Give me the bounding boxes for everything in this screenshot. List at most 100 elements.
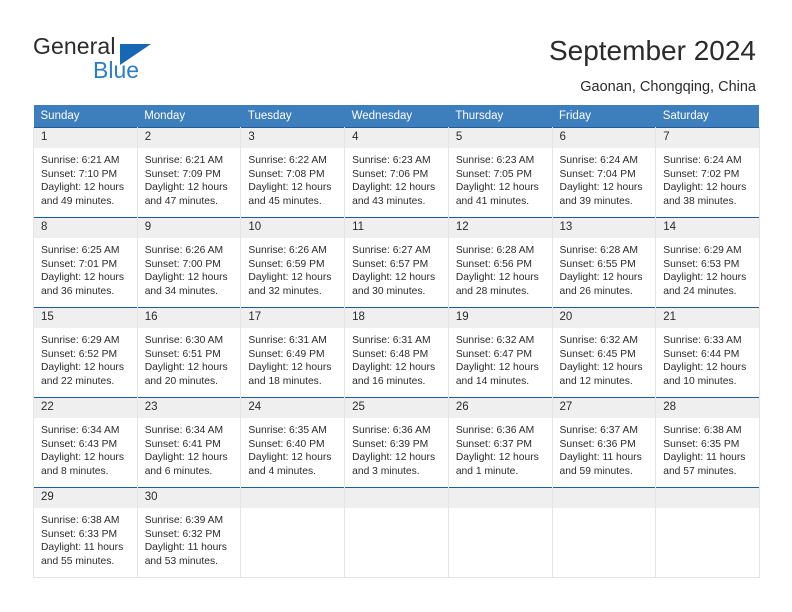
sunrise-text: Sunrise: 6:38 AM [41, 515, 120, 526]
day-cell[interactable]: 30 Sunrise: 6:39 AM Sunset: 6:32 PM Dayligh… [136, 487, 242, 578]
location-subtitle: Gaonan, Chongqing, China [580, 79, 756, 95]
day-details: Sunrise: 6:21 AM Sunset: 7:10 PM Daylight:… [34, 148, 137, 208]
day-cell[interactable]: 28 Sunrise: 6:38 AM Sunset: 6:35 PM Dayligh… [655, 397, 760, 488]
daylight-text-line1: Daylight: 11 hours [144, 542, 227, 554]
daylight-text-line2: and 47 minutes. [144, 195, 218, 207]
day-cell[interactable]: 15 Sunrise: 6:29 AM Sunset: 6:52 PM Dayligh… [33, 307, 138, 398]
day-number: 17 [241, 308, 345, 328]
day-cell[interactable]: 13 Sunrise: 6:28 AM Sunset: 6:55 PM Dayligh… [551, 217, 657, 308]
day-cell[interactable]: 18 Sunrise: 6:31 AM Sunset: 6:48 PM Dayligh… [344, 307, 449, 398]
day-cell[interactable]: 10 Sunrise: 6:26 AM Sunset: 6:59 PM Dayligh… [240, 217, 346, 308]
sunrise-text: Sunrise: 6:36 AM [352, 425, 431, 436]
daylight-text-line1: Daylight: 12 hours [455, 452, 539, 464]
day-number: 20 [552, 308, 656, 328]
weekday-header-thursday: Thursday [448, 105, 553, 128]
day-details: Sunrise: 6:28 AM Sunset: 6:55 PM Daylight:… [553, 238, 656, 298]
day-cell[interactable]: 25 Sunrise: 6:36 AM Sunset: 6:39 PM Dayligh… [344, 397, 449, 488]
calendar-body: 1 Sunrise: 6:21 AM Sunset: 7:10 PM Daylight… [33, 127, 760, 578]
day-cell[interactable]: 8 Sunrise: 6:25 AM Sunset: 7:01 PM Daylight… [33, 217, 138, 308]
day-cell[interactable]: 20 Sunrise: 6:32 AM Sunset: 6:45 PM Dayligh… [551, 307, 657, 398]
sunset-text: Sunset: 6:32 PM [144, 528, 221, 540]
daylight-text-line1: Daylight: 11 hours [663, 452, 746, 464]
daylight-text-line1: Daylight: 12 hours [248, 362, 332, 374]
sunrise-text: Sunrise: 6:39 AM [144, 515, 224, 526]
daylight-text-line1: Daylight: 11 hours [559, 452, 642, 464]
sunset-text: Sunset: 7:04 PM [559, 168, 636, 180]
day-cell[interactable]: 5 Sunrise: 6:23 AM Sunset: 7:05 PM Daylight… [447, 127, 553, 218]
logo-secondary-text: Blue [93, 57, 140, 83]
day-details: Sunrise: 6:31 AM Sunset: 6:48 PM Daylight:… [345, 328, 448, 388]
day-number: 13 [552, 218, 656, 238]
daylight-text-line2: and 28 minutes. [455, 285, 530, 297]
day-number: 9 [137, 218, 241, 238]
daylight-text-line1: Daylight: 12 hours [559, 182, 643, 194]
week-row: 22 Sunrise: 6:34 AM Sunset: 6:43 PM Dayligh… [33, 397, 760, 488]
day-details: Sunrise: 6:32 AM Sunset: 6:47 PM Daylight:… [449, 328, 552, 388]
day-number: 1 [34, 128, 137, 148]
sunrise-text: Sunrise: 6:23 AM [352, 155, 431, 166]
day-cell[interactable]: 3 Sunrise: 6:22 AM Sunset: 7:08 PM Daylight… [240, 127, 346, 218]
sunset-text: Sunset: 7:02 PM [663, 168, 740, 180]
day-cell[interactable]: 2 Sunrise: 6:21 AM Sunset: 7:09 PM Daylight… [136, 127, 242, 218]
daylight-text-line2: and 14 minutes. [455, 375, 530, 387]
daylight-text-line1: Daylight: 12 hours [41, 452, 124, 464]
day-cell[interactable]: 24 Sunrise: 6:35 AM Sunset: 6:40 PM Dayligh… [240, 397, 346, 488]
day-details: Sunrise: 6:23 AM Sunset: 7:06 PM Daylight:… [345, 148, 448, 208]
day-details: Sunrise: 6:36 AM Sunset: 6:39 PM Daylight:… [345, 418, 448, 478]
calendar-table: Sunday Monday Tuesday Wednesday Thursday… [33, 105, 760, 578]
day-details: Sunrise: 6:26 AM Sunset: 6:59 PM Daylight:… [241, 238, 344, 298]
day-details [553, 508, 656, 514]
day-cell[interactable]: 11 Sunrise: 6:27 AM Sunset: 6:57 PM Dayligh… [344, 217, 449, 308]
day-cell[interactable]: 26 Sunrise: 6:36 AM Sunset: 6:37 PM Dayligh… [447, 397, 553, 488]
day-number: 29 [34, 488, 137, 508]
day-cell[interactable]: 7 Sunrise: 6:24 AM Sunset: 7:02 PM Daylight… [655, 127, 760, 218]
daylight-text-line2: and 6 minutes. [144, 465, 213, 477]
daylight-text-line1: Daylight: 12 hours [144, 362, 228, 374]
day-number: 4 [345, 128, 448, 148]
daylight-text-line1: Daylight: 12 hours [41, 362, 124, 374]
sunrise-text: Sunrise: 6:37 AM [559, 425, 638, 436]
day-details: Sunrise: 6:25 AM Sunset: 7:01 PM Daylight:… [34, 238, 137, 298]
day-cell[interactable]: 22 Sunrise: 6:34 AM Sunset: 6:43 PM Dayligh… [33, 397, 138, 488]
day-cell[interactable]: 1 Sunrise: 6:21 AM Sunset: 7:10 PM Daylight… [33, 127, 138, 218]
day-cell[interactable]: 14 Sunrise: 6:29 AM Sunset: 6:53 PM Dayligh… [655, 217, 760, 308]
daylight-text-line1: Daylight: 12 hours [663, 272, 747, 284]
day-number: 27 [552, 398, 656, 418]
daylight-text-line1: Daylight: 12 hours [559, 362, 643, 374]
day-details: Sunrise: 6:33 AM Sunset: 6:44 PM Daylight:… [656, 328, 759, 388]
day-cell[interactable]: 9 Sunrise: 6:26 AM Sunset: 7:00 PM Daylight… [136, 217, 242, 308]
logo-primary-text: General [33, 33, 116, 59]
general-blue-logo[interactable]: General Blue [33, 33, 213, 85]
day-cell[interactable]: 17 Sunrise: 6:31 AM Sunset: 6:49 PM Dayligh… [240, 307, 346, 398]
daylight-text-line2: and 24 minutes. [663, 285, 737, 297]
sunrise-text: Sunrise: 6:26 AM [144, 245, 224, 256]
day-cell[interactable]: 23 Sunrise: 6:34 AM Sunset: 6:41 PM Dayligh… [136, 397, 242, 488]
day-cell[interactable]: 19 Sunrise: 6:32 AM Sunset: 6:47 PM Dayligh… [447, 307, 553, 398]
weekday-header-saturday: Saturday [655, 105, 760, 128]
sunrise-text: Sunrise: 6:21 AM [41, 155, 120, 166]
day-cell[interactable]: 6 Sunrise: 6:24 AM Sunset: 7:04 PM Daylight… [551, 127, 657, 218]
week-row: 29 Sunrise: 6:38 AM Sunset: 6:33 PM Dayligh… [33, 487, 760, 578]
daylight-text-line2: and 4 minutes. [248, 465, 316, 477]
daylight-text-line2: and 18 minutes. [248, 375, 322, 387]
day-cell-empty [240, 487, 346, 578]
page-title: September 2024 [548, 35, 756, 66]
day-cell[interactable]: 12 Sunrise: 6:28 AM Sunset: 6:56 PM Dayligh… [447, 217, 553, 308]
day-cell[interactable]: 29 Sunrise: 6:38 AM Sunset: 6:33 PM Dayligh… [33, 487, 138, 578]
calendar-page: General Blue September 2024 Gaonan, Chon… [0, 0, 792, 612]
day-cell[interactable]: 27 Sunrise: 6:37 AM Sunset: 6:36 PM Dayligh… [551, 397, 657, 488]
day-cell[interactable]: 16 Sunrise: 6:30 AM Sunset: 6:51 PM Dayligh… [136, 307, 242, 398]
day-cell[interactable]: 4 Sunrise: 6:23 AM Sunset: 7:06 PM Daylight… [344, 127, 449, 218]
sunset-text: Sunset: 6:37 PM [455, 438, 532, 450]
sunset-text: Sunset: 6:53 PM [663, 258, 740, 270]
day-cell[interactable]: 21 Sunrise: 6:33 AM Sunset: 6:44 PM Dayligh… [655, 307, 760, 398]
daylight-text-line2: and 22 minutes. [41, 375, 115, 387]
daylight-text-line1: Daylight: 12 hours [352, 362, 436, 374]
sunset-text: Sunset: 7:01 PM [41, 258, 118, 270]
sunrise-text: Sunrise: 6:34 AM [144, 425, 224, 436]
day-number: 21 [656, 308, 759, 328]
sunrise-text: Sunrise: 6:32 AM [559, 335, 638, 346]
daylight-text-line1: Daylight: 12 hours [352, 272, 436, 284]
sunrise-text: Sunrise: 6:21 AM [144, 155, 224, 166]
day-details: Sunrise: 6:38 AM Sunset: 6:33 PM Daylight:… [34, 508, 137, 568]
